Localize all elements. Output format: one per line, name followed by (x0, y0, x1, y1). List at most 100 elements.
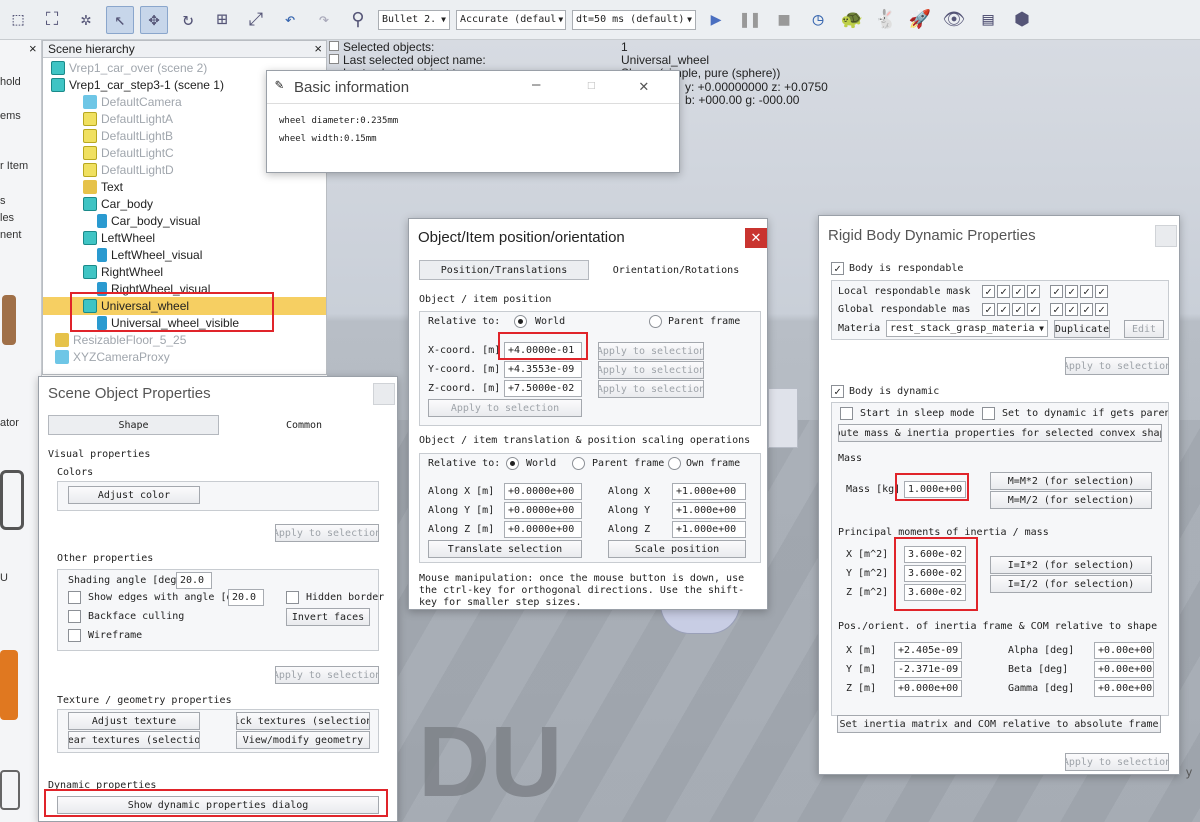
com-x-input[interactable]: +2.405e-09 (894, 642, 962, 659)
gamma-input[interactable]: +0.00e+00 (1094, 680, 1154, 697)
select-icon[interactable]: ⬚ (4, 6, 32, 34)
parent-frame-radio[interactable] (572, 457, 585, 470)
along-y-input[interactable]: +0.0000e+00 (504, 502, 582, 519)
mask-bit-checkbox[interactable]: ✓ (1027, 303, 1040, 316)
layers-icon[interactable]: ▤ (974, 6, 1002, 34)
apply-x-button[interactable]: Apply to selection (598, 342, 704, 360)
along-x-input[interactable]: +0.0000e+00 (504, 483, 582, 500)
tree-item[interactable]: DefaultCamera (83, 93, 182, 110)
pause-icon[interactable]: ❚❚ (736, 6, 764, 34)
inertia-half-button[interactable]: I=I/2 (for selection) (990, 575, 1152, 593)
tree-item[interactable]: DefaultLightA (83, 110, 173, 127)
robot-thumbnail[interactable] (2, 295, 16, 345)
tree-item[interactable]: Universal_wheel_visible (97, 314, 239, 331)
wireframe-checkbox[interactable] (68, 629, 81, 642)
info-toggle[interactable] (329, 54, 339, 64)
mask-bit-checkbox[interactable]: ✓ (1027, 285, 1040, 298)
inertia-double-button[interactable]: I=I*2 (for selection) (990, 556, 1152, 574)
mask-bit-checkbox[interactable]: ✓ (1065, 285, 1078, 298)
compute-mass-button[interactable]: mpute mass & inertia properties for sele… (838, 424, 1162, 442)
close-icon[interactable] (1155, 225, 1177, 247)
tree-item[interactable]: DefaultLightB (83, 127, 173, 144)
mask-bit-checkbox[interactable]: ✓ (982, 285, 995, 298)
mask-bit-checkbox[interactable]: ✓ (1065, 303, 1078, 316)
tree-item[interactable]: LeftWheel (83, 229, 155, 246)
apply-other-button[interactable]: Apply to selection (275, 666, 379, 684)
inertia-y-input[interactable]: 3.600e-02 (904, 565, 966, 582)
minimize-icon[interactable]: — (532, 77, 540, 93)
com-y-input[interactable]: -2.371e-09 (894, 661, 962, 678)
close-icon[interactable]: × (314, 41, 322, 56)
tree-item[interactable]: RightWheel_visual (97, 280, 210, 297)
dragonfly-icon[interactable]: ✲ (72, 6, 100, 34)
adjust-texture-button[interactable]: Adjust texture (68, 712, 200, 730)
z-coord-input[interactable]: +7.5000e-02 (504, 380, 582, 397)
y-coord-input[interactable]: +4.3553e-09 (504, 361, 582, 378)
realtime-icon[interactable]: ◷ (804, 6, 832, 34)
apply-respondable-button[interactable]: Apply to selection (1065, 357, 1169, 375)
close-icon[interactable]: ✕ (639, 76, 649, 95)
close-icon[interactable]: × (29, 41, 37, 56)
apply-dynamic-button[interactable]: Apply to selection (1065, 753, 1169, 771)
mask-bit-checkbox[interactable]: ✓ (1095, 285, 1108, 298)
tree-item[interactable]: Car_body_visual (97, 212, 200, 229)
scale-x-input[interactable]: +1.000e+00 (672, 483, 746, 500)
set-dynamic-checkbox[interactable] (982, 407, 995, 420)
mask-bit-checkbox[interactable]: ✓ (997, 303, 1010, 316)
material-select[interactable]: rest_stack_grasp_materia ▼ (886, 320, 1048, 337)
mask-bit-checkbox[interactable]: ✓ (1012, 285, 1025, 298)
mass-half-button[interactable]: M=M/2 (for selection) (990, 491, 1152, 509)
com-z-input[interactable]: +0.000e+00 (894, 680, 962, 697)
mask-bit-checkbox[interactable]: ✓ (1080, 285, 1093, 298)
fast-icon[interactable]: 🐇 (872, 6, 900, 34)
visibility-icon[interactable]: 👁 (940, 6, 968, 34)
tree-item[interactable]: XYZCameraProxy (55, 348, 170, 365)
transfer-icon[interactable]: ⤢ (242, 6, 270, 34)
shading-input[interactable]: 20.0 (176, 572, 212, 589)
tree-item[interactable]: Universal_wheel (83, 297, 189, 314)
timestep-select[interactable]: dt=50 ms (default) ▼ (572, 9, 696, 30)
mask-bit-checkbox[interactable]: ✓ (997, 285, 1010, 298)
fit-view-icon[interactable]: ⛶ (38, 6, 66, 34)
sleep-checkbox[interactable] (840, 407, 853, 420)
scale-y-input[interactable]: +1.000e+00 (672, 502, 746, 519)
mass-double-button[interactable]: M=M*2 (for selection) (990, 472, 1152, 490)
maximize-icon[interactable]: ☐ (587, 77, 595, 93)
tree-item[interactable]: DefaultLightD (83, 161, 174, 178)
show-edges-checkbox[interactable] (68, 591, 81, 604)
mask-bit-checkbox[interactable]: ✓ (1050, 285, 1063, 298)
duplicate-button[interactable]: Duplicate (1054, 320, 1110, 338)
tree-item[interactable]: LeftWheel_visual (97, 246, 202, 263)
play-icon[interactable]: ▶ (702, 6, 730, 34)
set-inertia-button[interactable]: Set inertia matrix and COM relative to a… (837, 715, 1161, 733)
tab-position[interactable]: Position/Translations (419, 260, 589, 280)
assemble-icon[interactable]: ⊞ (208, 6, 236, 34)
apply-z-button[interactable]: Apply to selection (598, 380, 704, 398)
parent-frame-radio[interactable] (649, 315, 662, 328)
probe-icon[interactable]: ⚲ (344, 6, 372, 34)
inertia-z-input[interactable]: 3.600e-02 (904, 584, 966, 601)
alpha-input[interactable]: +0.00e+00 (1094, 642, 1154, 659)
hidden-border-checkbox[interactable] (286, 591, 299, 604)
robot-thumbnail[interactable] (0, 470, 24, 530)
world-radio[interactable] (514, 315, 527, 328)
dynamic-checkbox[interactable]: ✓ (831, 385, 844, 398)
view-geometry-button[interactable]: View/modify geometry (236, 731, 370, 749)
mask-bit-checkbox[interactable]: ✓ (1095, 303, 1108, 316)
apply-y-button[interactable]: Apply to selection (598, 361, 704, 379)
scene-icon[interactable]: ⬢ (1008, 6, 1036, 34)
beta-input[interactable]: +0.00e+00 (1094, 661, 1154, 678)
accuracy-select[interactable]: Accurate (defaul ▼ (456, 9, 566, 30)
close-icon[interactable] (373, 383, 395, 405)
mask-bit-checkbox[interactable]: ✓ (982, 303, 995, 316)
apply-all-button[interactable]: Apply to selection (428, 399, 582, 417)
redo-icon[interactable]: ↷ (310, 6, 338, 34)
apply-colors-button[interactable]: Apply to selection (275, 524, 379, 542)
mass-input[interactable]: 1.000e+00 (904, 481, 966, 498)
tree-item[interactable]: Vrep1_car_step3-1 (scene 1) (51, 76, 224, 93)
tree-item[interactable]: RightWheel (83, 263, 163, 280)
clear-textures-button[interactable]: lear textures (selection (68, 731, 200, 749)
info-toggle[interactable] (329, 41, 339, 51)
translate-selection-button[interactable]: Translate selection (428, 540, 582, 558)
tab-shape[interactable]: Shape (48, 415, 219, 435)
